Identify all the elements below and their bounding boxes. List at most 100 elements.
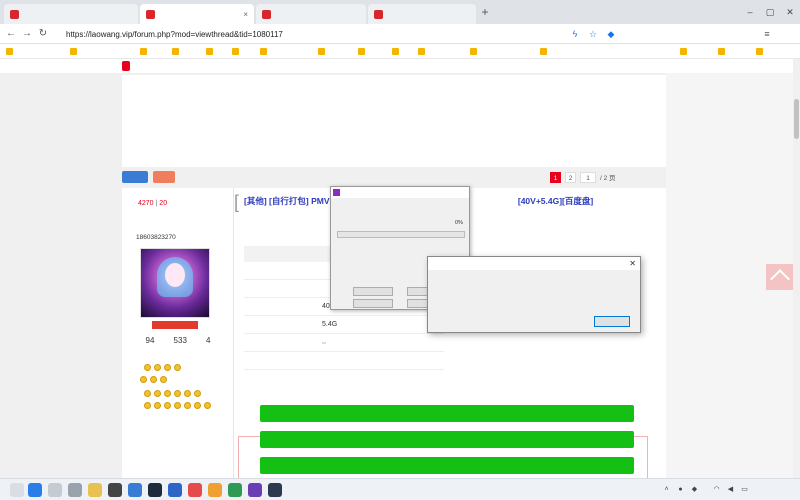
maximize-icon[interactable]: ▢ <box>762 4 778 20</box>
page-scrollbar[interactable] <box>793 59 800 478</box>
nav-item-7[interactable] <box>376 61 384 71</box>
bookmark-item[interactable] <box>418 46 427 57</box>
stat-value: 4 <box>206 336 211 345</box>
avatar[interactable] <box>140 248 210 318</box>
reply-button[interactable] <box>153 171 175 183</box>
app-icon[interactable] <box>208 483 222 497</box>
row-value: 5.4G <box>322 321 338 328</box>
search-icon[interactable] <box>48 483 62 497</box>
nav-item-5[interactable] <box>304 61 312 71</box>
app-icon[interactable] <box>248 483 262 497</box>
wifi-icon[interactable]: ◠ <box>712 485 721 494</box>
app-icon[interactable] <box>228 483 242 497</box>
reload-icon[interactable]: ↻ <box>36 26 50 42</box>
menu-icon[interactable]: ≡ <box>760 27 774 41</box>
chevron-up-icon[interactable]: ˄ <box>662 485 671 494</box>
nav-item-1[interactable] <box>160 61 168 71</box>
close-icon[interactable]: ✕ <box>629 257 636 270</box>
nav-item-12[interactable] <box>568 61 576 71</box>
nav-item-6[interactable] <box>340 61 348 71</box>
app-icon[interactable] <box>168 483 182 497</box>
bookmark-item[interactable] <box>358 46 367 57</box>
close-icon[interactable]: × <box>243 10 248 19</box>
bookmark-item[interactable] <box>392 46 401 57</box>
url-field[interactable]: https://laowang.vip/forum.php?mod=viewth… <box>60 26 560 42</box>
bookmark-item[interactable] <box>260 46 269 57</box>
nav-item-11[interactable] <box>532 61 540 71</box>
password-value[interactable] <box>322 341 326 344</box>
nav-item-9[interactable] <box>448 61 456 71</box>
page-1-button[interactable]: 1 <box>550 171 561 183</box>
minimize-icon[interactable]: – <box>742 4 758 20</box>
nav-item-17[interactable] <box>716 61 724 71</box>
nav-item-4[interactable] <box>268 61 276 71</box>
tab-3[interactable] <box>256 4 366 24</box>
task-view-icon[interactable] <box>68 483 82 497</box>
download-button[interactable] <box>260 405 634 422</box>
start-icon[interactable] <box>28 483 42 497</box>
weather-icon[interactable] <box>10 483 24 497</box>
close-window-icon[interactable]: ✕ <box>782 4 798 20</box>
nav-item-0[interactable] <box>122 61 130 71</box>
app-icon[interactable] <box>268 483 282 497</box>
bookmark-item[interactable] <box>718 46 727 57</box>
new-post-button[interactable] <box>122 171 148 183</box>
bookmark-item[interactable] <box>470 46 479 57</box>
star-icon[interactable]: ☆ <box>586 27 600 41</box>
site-favicon <box>374 9 383 19</box>
extension-icon[interactable]: ◆ <box>604 27 618 41</box>
tab-2[interactable]: × <box>140 4 254 24</box>
lightning-icon[interactable]: ϟ <box>568 27 582 41</box>
bookmark-item[interactable] <box>318 46 327 57</box>
scrollbar-thumb[interactable] <box>794 99 799 139</box>
forward-icon[interactable]: → <box>20 26 34 42</box>
share-source-button[interactable] <box>260 457 634 474</box>
new-tab-icon[interactable]: + <box>478 5 492 19</box>
bookmark-item[interactable] <box>70 46 79 57</box>
bookmark-item[interactable] <box>140 46 149 57</box>
page-input[interactable]: 1 <box>580 171 596 183</box>
extract-code-button[interactable] <box>260 431 634 448</box>
nav-item-8[interactable] <box>412 61 420 71</box>
medal-icon <box>174 402 181 409</box>
nav-item-14[interactable] <box>638 61 646 71</box>
nav-item-15[interactable] <box>664 61 672 71</box>
back-icon[interactable]: ← <box>4 26 18 42</box>
app-icon[interactable] <box>108 483 122 497</box>
app-icon[interactable] <box>188 483 202 497</box>
tray-icon[interactable]: ● <box>676 485 685 494</box>
ok-button[interactable] <box>594 316 630 327</box>
stat-value: 94 <box>145 336 155 345</box>
tray-icon[interactable]: ◆ <box>690 485 699 494</box>
medal-icon <box>160 376 167 383</box>
scroll-to-top-button[interactable] <box>766 264 794 290</box>
app-icon[interactable] <box>148 483 162 497</box>
error-dialog: ✕ <box>427 256 641 333</box>
nav-item-3[interactable] <box>232 61 240 71</box>
bookmark-item[interactable] <box>756 46 765 57</box>
tab-1[interactable] <box>4 4 138 24</box>
bookmark-item[interactable] <box>540 46 549 57</box>
site-favicon <box>10 9 19 19</box>
medal-icon <box>194 402 201 409</box>
nav-item-10[interactable] <box>484 61 492 71</box>
page-2-button[interactable]: 2 <box>565 171 576 183</box>
bookmark-item[interactable] <box>232 46 241 57</box>
bookmark-item[interactable] <box>680 46 689 57</box>
file-explorer-icon[interactable] <box>88 483 102 497</box>
nav-item-16[interactable] <box>690 61 698 71</box>
tab-4[interactable] <box>368 4 476 24</box>
app-icon[interactable] <box>128 483 142 497</box>
cancel-button[interactable] <box>353 299 393 308</box>
thread-category[interactable]: [其他] <box>244 196 267 206</box>
bookmark-item[interactable] <box>172 46 181 57</box>
bookmark-item[interactable] <box>6 46 15 57</box>
speaker-icon[interactable]: ◀ <box>726 485 735 494</box>
nav-item-13[interactable] <box>604 61 612 71</box>
nav-item-2[interactable] <box>196 61 204 71</box>
author-name[interactable]: 18603823270 <box>136 234 176 241</box>
background-button[interactable] <box>353 287 393 296</box>
bookmark-item[interactable] <box>206 46 215 57</box>
battery-icon[interactable]: ▭ <box>740 485 749 494</box>
replies-count: 20 <box>159 200 168 207</box>
